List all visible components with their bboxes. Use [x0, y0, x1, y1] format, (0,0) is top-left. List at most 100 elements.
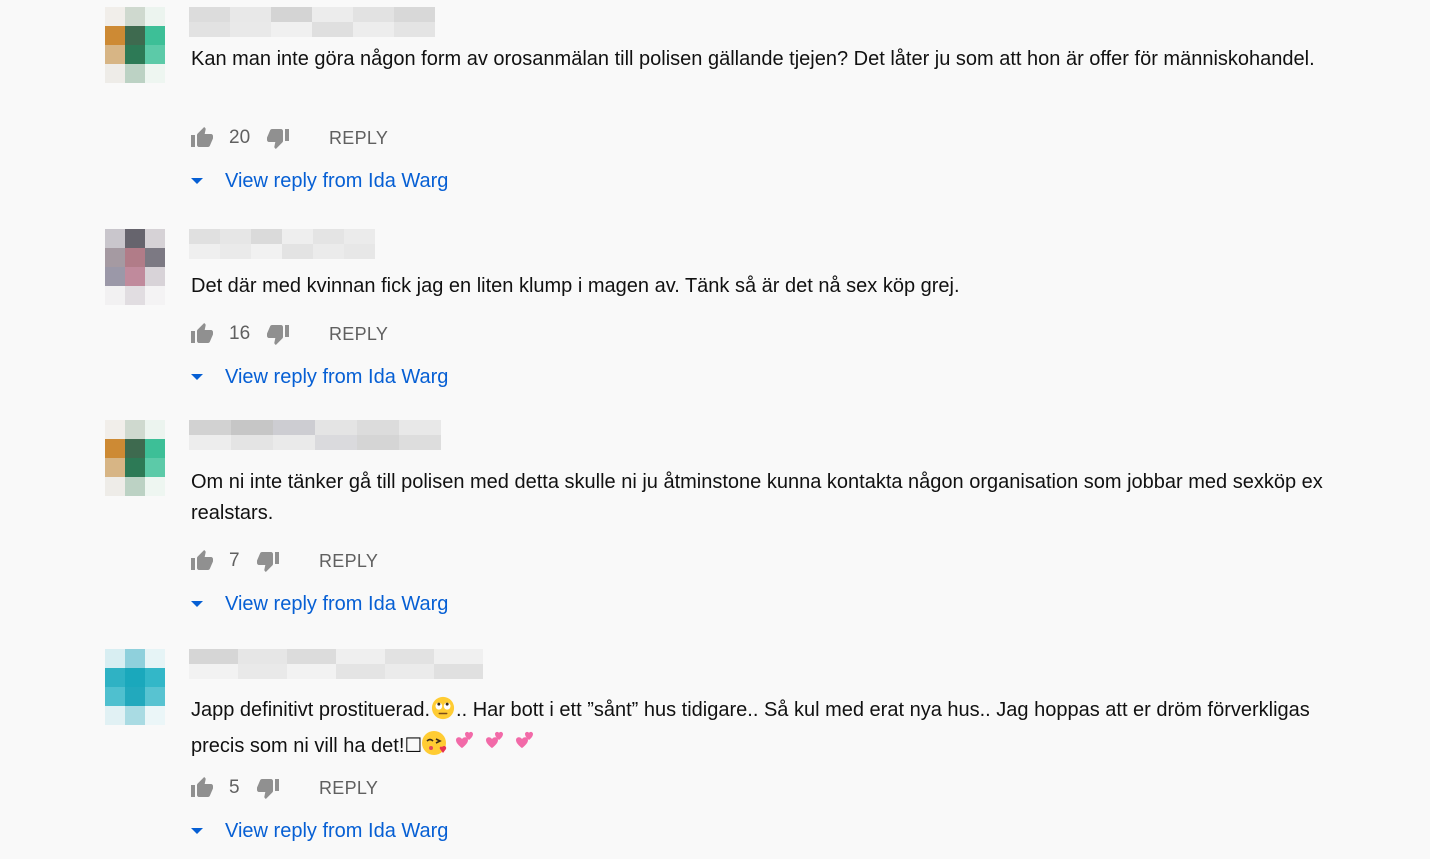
face-blowing-kiss-emoji — [422, 730, 450, 766]
avatar-pixel — [145, 26, 165, 45]
avatar-pixel — [125, 267, 145, 286]
comment-text: Det där med kvinnan fick jag en liten kl… — [191, 275, 960, 297]
avatar-pixel — [125, 248, 145, 267]
avatar-pixel — [105, 439, 125, 458]
name-blur-block — [312, 22, 353, 37]
thumb-down-icon[interactable] — [265, 126, 291, 150]
view-replies-button[interactable]: View reply from Ida Warg — [190, 590, 448, 618]
reply-button[interactable]: REPLY — [329, 128, 388, 149]
name-blur-block — [238, 664, 287, 679]
view-replies-label[interactable]: View reply from Ida Warg — [225, 170, 448, 193]
name-blur-block — [434, 664, 483, 679]
avatar-pixel — [145, 458, 165, 477]
name-blur-block — [312, 7, 353, 22]
reply-button[interactable]: REPLY — [319, 778, 378, 799]
avatar-pixel — [145, 687, 165, 706]
thumb-down-icon[interactable] — [255, 776, 281, 800]
like-count: 16 — [229, 323, 251, 344]
comment-text: Om ni inte tänker gå till polisen med de… — [191, 471, 1323, 524]
avatar-pixel — [125, 420, 145, 439]
name-blur-block — [251, 244, 282, 259]
name-blur-block — [344, 229, 375, 244]
avatar-pixel — [125, 668, 145, 687]
avatar-pixel — [105, 248, 125, 267]
name-blur-block — [336, 664, 385, 679]
author-name-blurred[interactable] — [189, 420, 441, 450]
name-blur-block — [315, 420, 357, 435]
avatar[interactable] — [105, 649, 165, 725]
name-blur-block — [271, 22, 312, 37]
avatar-pixel — [145, 477, 165, 496]
avatar-pixel — [105, 7, 125, 26]
name-blur-block — [189, 229, 220, 244]
two-hearts-emoji — [510, 730, 540, 766]
avatar-pixel — [125, 458, 145, 477]
name-blur-block — [189, 435, 231, 450]
thumb-up-icon[interactable] — [189, 126, 215, 150]
thumb-up-icon[interactable] — [189, 549, 215, 573]
two-hearts-emoji — [450, 730, 480, 766]
avatar[interactable] — [105, 229, 165, 305]
name-blur-block — [273, 420, 315, 435]
avatar-pixel — [105, 286, 125, 305]
comment-text: Kan man inte göra någon form av orosanmä… — [191, 48, 1315, 70]
view-replies-label[interactable]: View reply from Ida Warg — [225, 366, 448, 389]
reply-button[interactable]: REPLY — [319, 551, 378, 572]
avatar-pixel — [105, 26, 125, 45]
avatar-pixel — [125, 439, 145, 458]
avatar-pixel — [125, 649, 145, 668]
name-blur-block — [313, 229, 344, 244]
author-name-blurred[interactable] — [189, 649, 485, 679]
avatar-pixel — [145, 229, 165, 248]
avatar-pixel — [125, 45, 145, 64]
name-blur-block — [230, 22, 271, 37]
comment-actions: 7 REPLY — [189, 547, 378, 575]
name-blur-block — [313, 244, 344, 259]
author-name-blurred[interactable] — [189, 229, 379, 259]
author-name-blurred[interactable] — [189, 7, 439, 37]
avatar-pixel — [105, 458, 125, 477]
name-blur-block — [238, 649, 287, 664]
avatar-pixel — [145, 45, 165, 64]
name-blur-block — [220, 244, 251, 259]
avatar-pixel — [145, 668, 165, 687]
thumb-down-icon[interactable] — [255, 549, 281, 573]
avatar-pixel — [125, 687, 145, 706]
name-blur-block — [251, 229, 282, 244]
avatar-pixel — [125, 26, 145, 45]
view-replies-label[interactable]: View reply from Ida Warg — [225, 593, 448, 616]
name-blur-block — [271, 7, 312, 22]
avatar-pixel — [145, 420, 165, 439]
name-blur-block — [399, 420, 441, 435]
reply-button[interactable]: REPLY — [329, 324, 388, 345]
thumb-up-icon[interactable] — [189, 322, 215, 346]
name-blur-block — [282, 244, 313, 259]
name-blur-block — [315, 435, 357, 450]
caret-down-icon — [190, 599, 204, 609]
name-blur-block — [230, 7, 271, 22]
avatar[interactable] — [105, 420, 165, 496]
view-replies-button[interactable]: View reply from Ida Warg — [190, 363, 448, 391]
avatar-pixel — [125, 286, 145, 305]
avatar-pixel — [105, 649, 125, 668]
view-replies-button[interactable]: View reply from Ida Warg — [190, 167, 448, 195]
avatar[interactable] — [105, 7, 165, 83]
name-blur-block — [287, 649, 336, 664]
comment-actions: 20 REPLY — [189, 124, 388, 152]
avatar-pixel — [105, 45, 125, 64]
name-blur-block — [287, 664, 336, 679]
name-blur-block — [189, 664, 238, 679]
avatar-pixel — [125, 229, 145, 248]
name-blur-block — [189, 22, 230, 37]
name-blur-block — [385, 664, 434, 679]
avatar-pixel — [105, 706, 125, 725]
like-count: 5 — [229, 777, 240, 798]
thumb-up-icon[interactable] — [189, 776, 215, 800]
avatar-pixel — [105, 687, 125, 706]
comment-actions: 16 REPLY — [189, 320, 388, 348]
view-replies-label[interactable]: View reply from Ida Warg — [225, 820, 448, 843]
view-replies-button[interactable]: View reply from Ida Warg — [190, 817, 448, 845]
thumb-down-icon[interactable] — [265, 322, 291, 346]
avatar-pixel — [125, 64, 145, 83]
avatar-pixel — [105, 668, 125, 687]
